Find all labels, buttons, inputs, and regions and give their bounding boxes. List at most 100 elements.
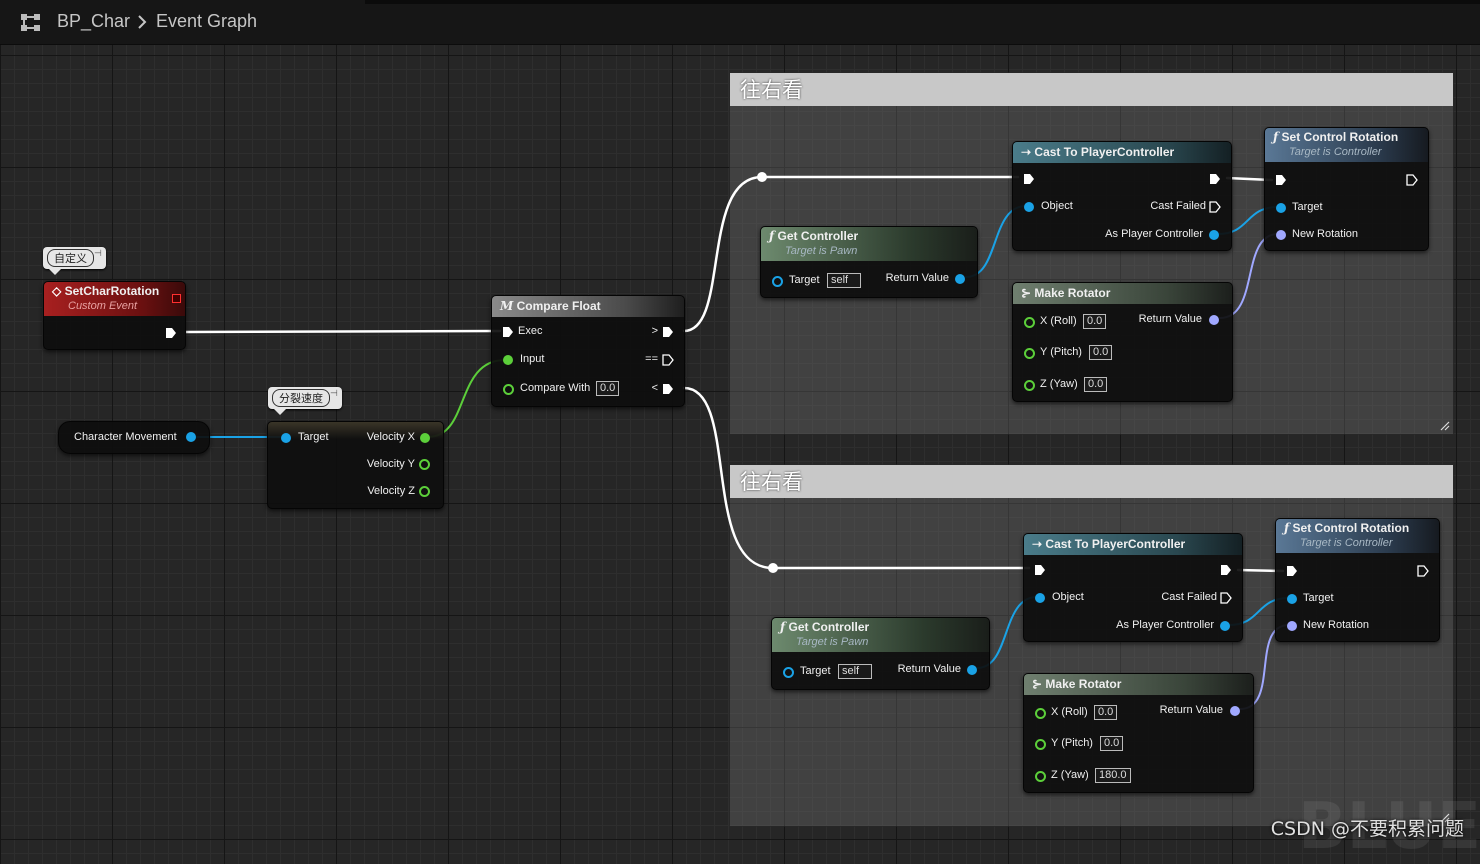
node-header: ⊱ Make Rotator — [1024, 674, 1253, 695]
velocity-x-pin[interactable] — [420, 433, 430, 443]
cast-to-playercontroller-node[interactable]: ➝ Cast To PlayerController Object Cast F… — [1012, 141, 1232, 251]
return-value-pin[interactable] — [955, 274, 965, 284]
pitch-pin[interactable] — [1024, 348, 1035, 359]
exec-in-pin[interactable] — [1286, 565, 1298, 577]
resize-handle-icon[interactable] — [1440, 421, 1450, 431]
return-value-pin[interactable] — [1230, 706, 1240, 716]
graph-breadcrumb-bar: BP_Char Event Graph — [0, 0, 1480, 45]
object-out-pin[interactable] — [186, 432, 196, 442]
node-subtitle: Target is Controller — [1289, 146, 1382, 158]
exec-in-pin[interactable] — [502, 326, 514, 338]
get-controller-node[interactable]: ƒ Get Controller Target is Pawn Target s… — [760, 226, 978, 298]
yaw-value[interactable]: 0.0 — [1084, 377, 1108, 392]
object-in-pin[interactable] — [1035, 593, 1045, 603]
pitch-pin[interactable] — [1035, 739, 1046, 750]
pin-icon[interactable]: ⊣ — [330, 389, 338, 399]
comment-bubble-text: 分裂速度 — [272, 389, 330, 407]
compare-with-value[interactable]: 0.0 — [596, 381, 620, 396]
return-value-pin[interactable] — [967, 665, 977, 675]
break-vector-node[interactable]: Target Velocity X Velocity Y Velocity Z — [267, 421, 444, 509]
compare-with-pin[interactable] — [503, 384, 514, 395]
delegate-pin[interactable] — [172, 294, 181, 303]
return-value-pin[interactable] — [1209, 315, 1219, 325]
exec-cast-failed-pin[interactable] — [1209, 201, 1221, 213]
compare-float-node[interactable]: M Compare Float Exec > Input == Compare … — [491, 295, 685, 407]
make-struct-icon: ⊱ — [1032, 677, 1043, 691]
make-rotator-node[interactable]: ⊱ Make Rotator X (Roll) 0.0 Return Value… — [1023, 673, 1254, 793]
pin-icon[interactable]: ⊣ — [94, 249, 102, 259]
comment-title[interactable]: 往右看 — [730, 73, 1453, 106]
target-value[interactable]: self — [827, 273, 861, 288]
comment-bubble[interactable]: 自定义 ⊣ — [43, 247, 106, 275]
target-value[interactable]: self — [838, 664, 872, 679]
pitch-label: Y (Pitch) — [1051, 737, 1093, 749]
exec-less-pin[interactable] — [662, 383, 674, 395]
roll-label: X (Roll) — [1051, 706, 1088, 718]
comment-bubble[interactable]: 分裂速度 ⊣ — [268, 387, 342, 415]
target-in-pin[interactable] — [281, 433, 291, 443]
as-player-controller-label: As Player Controller — [1105, 228, 1203, 240]
as-player-controller-label: As Player Controller — [1116, 619, 1214, 631]
roll-value[interactable]: 0.0 — [1094, 705, 1118, 720]
node-title: SetCharRotation — [64, 284, 160, 298]
yaw-pin[interactable] — [1024, 380, 1035, 391]
target-in-pin[interactable] — [783, 667, 794, 678]
tab-strip — [365, 0, 1480, 4]
exec-in-pin[interactable] — [1034, 564, 1046, 576]
custom-event-node[interactable]: ◇ SetCharRotation Custom Event — [43, 281, 186, 350]
breadcrumb-blueprint[interactable]: BP_Char — [57, 11, 130, 32]
target-in-pin[interactable] — [772, 276, 783, 287]
comment-bubble-text: 自定义 — [47, 249, 94, 267]
velocity-y-pin[interactable] — [419, 459, 430, 470]
cast-to-playercontroller-node[interactable]: ➝ Cast To PlayerController Object Cast F… — [1023, 533, 1243, 642]
exec-out-pin[interactable] — [1220, 564, 1232, 576]
exec-out-pin[interactable] — [1417, 565, 1429, 577]
return-value-label: Return Value — [885, 272, 949, 284]
target-in-pin[interactable] — [1287, 594, 1297, 604]
exec-out-pin[interactable] — [165, 327, 177, 339]
yaw-value[interactable]: 180.0 — [1095, 768, 1131, 783]
target-in-pin[interactable] — [1276, 203, 1286, 213]
node-header: ⊱ Make Rotator — [1013, 283, 1232, 304]
character-movement-variable[interactable]: Character Movement — [58, 421, 210, 454]
yaw-label: Z (Yaw) — [1051, 769, 1089, 781]
new-rotation-pin[interactable] — [1276, 230, 1286, 240]
make-rotator-node[interactable]: ⊱ Make Rotator X (Roll) 0.0 Return Value… — [1012, 282, 1233, 402]
exec-greater-pin[interactable] — [662, 326, 674, 338]
exec-cast-failed-pin[interactable] — [1220, 592, 1232, 604]
node-title: Make Rotator — [1045, 677, 1122, 691]
node-title: Set Control Rotation — [1281, 130, 1399, 144]
get-controller-node[interactable]: ƒ Get Controller Target is Pawn Target s… — [771, 617, 990, 690]
node-title: Cast To PlayerController — [1034, 145, 1175, 159]
comment-title[interactable]: 往右看 — [730, 465, 1453, 498]
exec-out-pin[interactable] — [1406, 174, 1418, 186]
velocity-y-label: Velocity Y — [366, 458, 415, 470]
yaw-pin[interactable] — [1035, 771, 1046, 782]
node-header: ƒ Set Control Rotation Target is Control… — [1265, 128, 1428, 162]
target-label: Target — [1303, 592, 1334, 604]
pitch-value[interactable]: 0.0 — [1100, 736, 1124, 751]
roll-value[interactable]: 0.0 — [1083, 314, 1107, 329]
object-in-pin[interactable] — [1024, 202, 1034, 212]
pitch-value[interactable]: 0.0 — [1089, 345, 1113, 360]
input-pin[interactable] — [503, 355, 513, 365]
exec-equal-pin[interactable] — [662, 354, 674, 366]
exec-in-pin[interactable] — [1275, 174, 1287, 186]
roll-pin[interactable] — [1035, 708, 1046, 719]
exec-out-pin[interactable] — [1209, 173, 1221, 185]
as-player-controller-pin[interactable] — [1209, 230, 1219, 240]
node-title: Set Control Rotation — [1292, 521, 1410, 535]
set-control-rotation-node[interactable]: ƒ Set Control Rotation Target is Control… — [1275, 518, 1440, 642]
set-control-rotation-node[interactable]: ƒ Set Control Rotation Target is Control… — [1264, 127, 1429, 251]
new-rotation-pin[interactable] — [1287, 621, 1297, 631]
blueprint-graph-icon — [21, 14, 40, 31]
as-player-controller-pin[interactable] — [1220, 621, 1230, 631]
breadcrumb-graph[interactable]: Event Graph — [156, 11, 257, 32]
velocity-z-pin[interactable] — [419, 486, 430, 497]
exec-in-pin[interactable] — [1023, 173, 1035, 185]
function-icon: ƒ — [769, 229, 775, 243]
node-header: ƒ Get Controller Target is Pawn — [761, 227, 977, 261]
roll-pin[interactable] — [1024, 317, 1035, 328]
macro-icon: M — [500, 299, 514, 313]
roll-label: X (Roll) — [1040, 315, 1077, 327]
